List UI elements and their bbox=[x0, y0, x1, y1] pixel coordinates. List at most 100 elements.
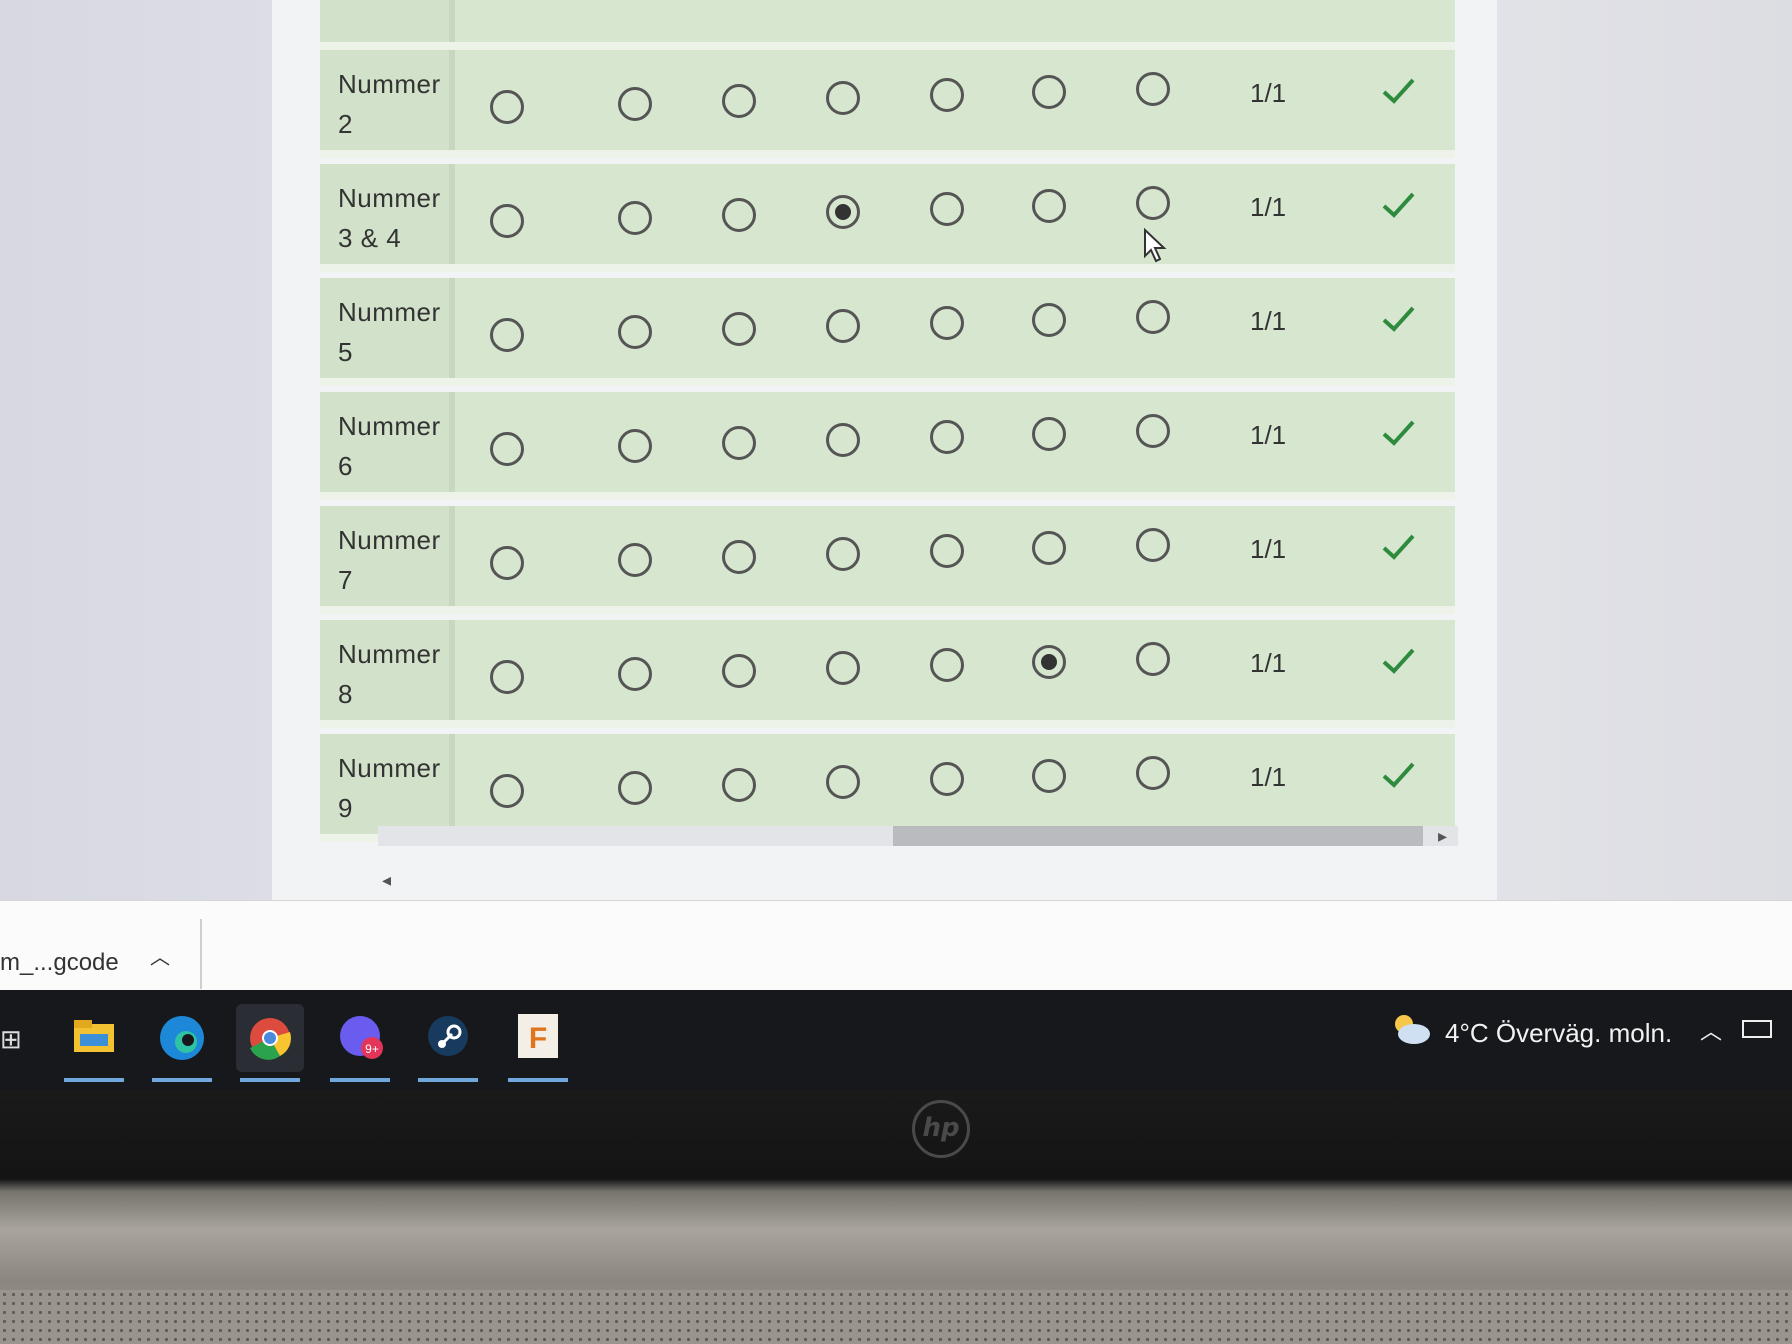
fusion-icon[interactable]: F bbox=[504, 1004, 572, 1082]
hp-logo: hp bbox=[912, 1100, 970, 1158]
scrollbar-thumb[interactable] bbox=[893, 826, 1423, 846]
steam-icon[interactable] bbox=[414, 1004, 482, 1082]
check-icon bbox=[1382, 648, 1415, 674]
radio-button[interactable] bbox=[1032, 189, 1066, 223]
chrome-icon[interactable] bbox=[236, 1004, 304, 1082]
radio-button[interactable] bbox=[826, 423, 860, 457]
row-label: Nummer 5 bbox=[320, 278, 455, 378]
row-score: 1/1 bbox=[1250, 306, 1287, 336]
row-score: 1/1 bbox=[1250, 420, 1287, 450]
radio-button[interactable] bbox=[930, 534, 964, 568]
screen: 1 Nummer 21/1Nummer 3 & 41/1Nummer 51/1N… bbox=[0, 0, 1792, 1090]
row-label-1: 1 bbox=[320, 0, 455, 75]
chevron-up-icon[interactable]: ︿ bbox=[150, 941, 170, 970]
svg-text:F: F bbox=[529, 1022, 547, 1055]
check-icon bbox=[1382, 78, 1415, 104]
speaker-grille bbox=[0, 1290, 1792, 1344]
radio-button-selected[interactable] bbox=[1032, 645, 1066, 679]
radio-button[interactable] bbox=[490, 432, 524, 466]
radio-button[interactable] bbox=[722, 768, 756, 802]
radio-button[interactable] bbox=[930, 648, 964, 682]
radio-button[interactable] bbox=[1136, 300, 1170, 334]
taskbar: ⊞ 9+ F 4°C Överväg. moln. ︿ bbox=[0, 990, 1792, 1090]
radio-button[interactable] bbox=[722, 312, 756, 346]
radio-button[interactable] bbox=[930, 78, 964, 112]
radio-button[interactable] bbox=[1032, 303, 1066, 337]
radio-button[interactable] bbox=[722, 426, 756, 460]
radio-button[interactable] bbox=[1032, 531, 1066, 565]
battery-icon[interactable] bbox=[1742, 1020, 1772, 1038]
messenger-icon[interactable]: 9+ bbox=[326, 1004, 394, 1082]
radio-button[interactable] bbox=[490, 318, 524, 352]
radio-button-selected[interactable] bbox=[826, 195, 860, 229]
radio-button[interactable] bbox=[826, 765, 860, 799]
radio-button[interactable] bbox=[490, 546, 524, 580]
grid-row-1: 1 bbox=[320, 0, 1455, 75]
grid-row: Nummer 2 1/1 bbox=[320, 50, 1455, 158]
row-score: 1/1 bbox=[1250, 78, 1287, 108]
radio-button[interactable] bbox=[1136, 186, 1170, 220]
radio-button[interactable] bbox=[722, 540, 756, 574]
row-label: Nummer 3 & 4 bbox=[320, 164, 455, 264]
cloud-icon[interactable] bbox=[1388, 1012, 1432, 1046]
radio-button[interactable] bbox=[826, 537, 860, 571]
row-score: 1/1 bbox=[1250, 648, 1287, 678]
laptop-bezel: hp bbox=[0, 1090, 1792, 1344]
radio-button[interactable] bbox=[490, 774, 524, 808]
row-score: 1/1 bbox=[1250, 192, 1287, 222]
radio-button[interactable] bbox=[1136, 72, 1170, 106]
grid-row: Nummer 6 1/1 bbox=[320, 392, 1455, 500]
weather-temp: 4°C bbox=[1445, 1018, 1489, 1048]
radio-button[interactable] bbox=[490, 660, 524, 694]
weather-status[interactable]: 4°C Överväg. moln. bbox=[1445, 1018, 1672, 1049]
check-icon bbox=[1382, 420, 1415, 446]
tray-chevron-up-icon[interactable]: ︿ bbox=[1700, 1014, 1722, 1046]
radio-button[interactable] bbox=[1032, 75, 1066, 109]
radio-grid: 1 Nummer 21/1Nummer 3 & 41/1Nummer 51/1N… bbox=[320, 0, 1458, 890]
radio-button[interactable] bbox=[618, 771, 652, 805]
radio-button[interactable] bbox=[618, 201, 652, 235]
check-icon bbox=[1382, 534, 1415, 560]
file-explorer-icon[interactable] bbox=[60, 1004, 128, 1082]
check-icon bbox=[1382, 192, 1415, 218]
radio-button[interactable] bbox=[490, 90, 524, 124]
radio-button[interactable] bbox=[1032, 417, 1066, 451]
grid-row: Nummer 3 & 4 1/1 bbox=[320, 164, 1455, 272]
radio-button[interactable] bbox=[826, 651, 860, 685]
horizontal-scrollbar[interactable] bbox=[378, 826, 1458, 846]
radio-button[interactable] bbox=[618, 657, 652, 691]
radio-button[interactable] bbox=[722, 654, 756, 688]
radio-button[interactable] bbox=[930, 306, 964, 340]
radio-button[interactable] bbox=[826, 81, 860, 115]
row-label: Nummer 7 bbox=[320, 506, 455, 606]
radio-button[interactable] bbox=[618, 429, 652, 463]
task-view-icon[interactable]: ⊞ bbox=[0, 1024, 22, 1055]
radio-button[interactable] bbox=[1136, 756, 1170, 790]
radio-button[interactable] bbox=[722, 84, 756, 118]
grid-row: Nummer 7 1/1 bbox=[320, 506, 1455, 614]
radio-button[interactable] bbox=[618, 87, 652, 121]
radio-button[interactable] bbox=[930, 420, 964, 454]
radio-button[interactable] bbox=[722, 198, 756, 232]
radio-button[interactable] bbox=[1136, 414, 1170, 448]
radio-button[interactable] bbox=[930, 762, 964, 796]
radio-button[interactable] bbox=[1136, 528, 1170, 562]
row-score: 1/1 bbox=[1250, 762, 1287, 792]
radio-button[interactable] bbox=[1032, 759, 1066, 793]
edge-icon[interactable] bbox=[148, 1004, 216, 1082]
mouse-cursor-icon bbox=[1144, 228, 1167, 263]
check-icon bbox=[1382, 762, 1415, 788]
radio-button[interactable] bbox=[1136, 642, 1170, 676]
notification-badge: 9+ bbox=[365, 1042, 379, 1056]
radio-button[interactable] bbox=[826, 309, 860, 343]
weather-desc: Överväg. moln. bbox=[1495, 1018, 1673, 1048]
grid-row: Nummer 8 1/1 bbox=[320, 620, 1455, 728]
radio-button[interactable] bbox=[618, 315, 652, 349]
scroll-left-icon[interactable]: ◂ bbox=[382, 870, 391, 891]
radio-button[interactable] bbox=[930, 192, 964, 226]
download-shelf: m_...gcode ︿ bbox=[0, 900, 1792, 991]
radio-button[interactable] bbox=[618, 543, 652, 577]
scroll-right-icon[interactable]: ▸ bbox=[1438, 826, 1447, 847]
download-file-name[interactable]: m_...gcode bbox=[0, 949, 119, 977]
radio-button[interactable] bbox=[490, 204, 524, 238]
